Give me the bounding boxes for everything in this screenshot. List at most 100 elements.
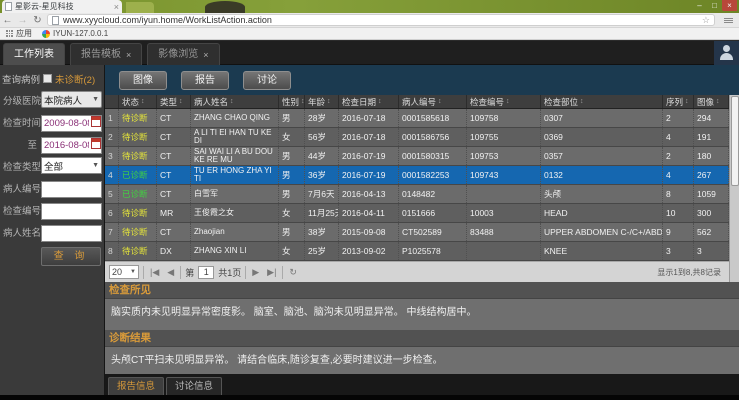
undiagnosed-checkbox[interactable]	[43, 74, 52, 83]
column-series[interactable]: 序列↕	[663, 95, 694, 108]
cell-type: CT	[157, 128, 191, 146]
app-tab-bar: 工作列表报告模板×影像浏览×	[0, 41, 739, 65]
first-page-icon[interactable]: |◀	[148, 267, 161, 278]
sort-icon[interactable]: ↕	[230, 98, 234, 105]
tab-0[interactable]: 工作列表	[3, 43, 65, 65]
hospital-select[interactable]: 本院病人 ▼	[41, 91, 102, 108]
refresh-icon[interactable]: ↻	[30, 15, 45, 26]
table-row[interactable]: 7待诊断CTZhaojian男38岁2015-09-08CT5025898348…	[105, 223, 729, 242]
report-tab-0[interactable]: 报告信息	[108, 377, 164, 395]
search-button[interactable]: 查 询	[41, 247, 101, 266]
report-tab-1[interactable]: 讨论信息	[166, 377, 222, 395]
column-part[interactable]: 检查部位↕	[541, 95, 663, 108]
cell-images: 267	[694, 166, 729, 184]
chrome-menu-icon[interactable]	[721, 18, 735, 23]
next-page-icon[interactable]: ▶	[250, 267, 261, 278]
table-row[interactable]: 4已诊断CTTU ER HONG ZHA YI TI男36岁2016-07-19…	[105, 166, 729, 185]
cell-date: 2013-09-02	[339, 242, 399, 260]
cell-age: 44岁	[305, 147, 339, 165]
sort-icon[interactable]: ↕	[141, 98, 145, 105]
column-type[interactable]: 类型↕	[157, 95, 191, 108]
sort-icon[interactable]: ↕	[378, 98, 382, 105]
scrollbar-thumb[interactable]	[731, 96, 739, 186]
column-eid[interactable]: 检查编号↕	[467, 95, 541, 108]
bookmark-apps[interactable]: 应用	[6, 28, 32, 39]
calendar-icon[interactable]	[91, 116, 101, 127]
bookmark-iyun-label: IYUN-127.0.0.1	[53, 29, 108, 38]
tab-close-icon[interactable]: ×	[126, 44, 131, 66]
tab-2[interactable]: 影像浏览×	[147, 43, 219, 65]
cell-status: 待诊断	[119, 128, 157, 146]
patient-id-input[interactable]	[41, 181, 102, 198]
close-icon[interactable]: ×	[722, 0, 737, 11]
patient-name-input[interactable]	[41, 225, 102, 242]
cell-eid	[467, 185, 541, 203]
table-row[interactable]: 6待诊断MR王俊霞之女女11月25天2016-04-11015166610003…	[105, 204, 729, 223]
cell-status: 已诊断	[119, 185, 157, 203]
findings-title: 检查所见	[105, 282, 739, 299]
report-button[interactable]: 报告	[181, 71, 229, 90]
column-images[interactable]: 图像↕	[694, 95, 729, 108]
minimize-icon[interactable]: –	[692, 0, 707, 11]
prev-page-icon[interactable]: ◀	[165, 267, 176, 278]
column-label: 性别	[282, 96, 299, 108]
browser-tab[interactable]: 星影云-星见科技 ×	[2, 0, 122, 13]
cell-type: CT	[157, 185, 191, 203]
user-button[interactable]	[714, 41, 739, 65]
sort-icon[interactable]: ↕	[438, 98, 442, 105]
table-row[interactable]: 8待诊断DXZHANG XIN LI女25岁2013-09-02P1025578…	[105, 242, 729, 261]
exam-id-input[interactable]	[41, 203, 102, 220]
table-row[interactable]: 2待诊断CTA LI TI EI HAN TU KE DI女56岁2016-07…	[105, 128, 729, 147]
column-name[interactable]: 病人姓名↕	[191, 95, 279, 108]
maximize-icon[interactable]: □	[707, 0, 722, 11]
sort-icon[interactable]: ↕	[327, 98, 331, 105]
calendar-icon[interactable]	[91, 138, 101, 149]
back-icon[interactable]: ←	[0, 15, 15, 26]
cell-num: 8	[105, 242, 119, 260]
sort-icon[interactable]: ↕	[685, 98, 689, 105]
images-button[interactable]: 图像	[119, 71, 167, 90]
page-size-select[interactable]: 20 ▼	[109, 265, 139, 279]
bookmark-star-icon[interactable]: ☆	[702, 15, 710, 26]
sort-icon[interactable]: ↕	[179, 98, 183, 105]
tab-close-icon[interactable]: ×	[203, 44, 208, 66]
cell-age: 28岁	[305, 109, 339, 127]
table-row[interactable]: 1待诊断CTZHANG CHAO QING男28岁2016-07-1800015…	[105, 109, 729, 128]
url-field[interactable]: www.xyycloud.com/iyun.home/WorkListActio…	[47, 14, 715, 26]
column-gender[interactable]: 性别↕	[279, 95, 305, 108]
exam-time-label: 检查时间	[2, 115, 41, 129]
result-title: 诊断结果	[105, 330, 739, 347]
cell-gender: 女	[279, 204, 305, 222]
last-page-icon[interactable]: ▶|	[265, 267, 278, 278]
cell-type: CT	[157, 147, 191, 165]
table-row[interactable]: 5已诊断CT白雪军男7月6天2016-04-130148482头颅81059	[105, 185, 729, 204]
sort-icon[interactable]: ↕	[301, 98, 305, 105]
column-pid[interactable]: 病人编号↕	[399, 95, 467, 108]
table-row[interactable]: 3待诊断CTSAI WAI LI A BU DOU KE RE MU男44岁20…	[105, 147, 729, 166]
tab-close-icon[interactable]: ×	[114, 2, 119, 12]
column-date[interactable]: 检查日期↕	[339, 95, 399, 108]
discuss-button[interactable]: 讨论	[243, 71, 291, 90]
column-age[interactable]: 年龄↕	[305, 95, 339, 108]
forward-icon[interactable]: →	[15, 15, 30, 26]
new-tab-button[interactable]	[126, 2, 154, 13]
column-status[interactable]: 状态↕	[119, 95, 157, 108]
table-header: 状态↕类型↕病人姓名↕性别↕年龄↕检查日期↕病人编号↕检查编号↕检查部位↕序列↕…	[105, 95, 729, 109]
sort-icon[interactable]: ↕	[506, 98, 510, 105]
exam-type-select[interactable]: 全部 ▼	[41, 157, 102, 174]
reload-icon[interactable]: ↻	[287, 267, 299, 278]
column-label: 病人编号	[402, 96, 436, 108]
page-number-input[interactable]: 1	[198, 266, 214, 279]
sort-icon[interactable]: ↕	[580, 98, 584, 105]
cell-type: DX	[157, 242, 191, 260]
bottom-strip	[0, 395, 739, 400]
page-icon	[5, 2, 12, 11]
bookmark-iyun[interactable]: IYUN-127.0.0.1	[42, 29, 108, 38]
cell-name: 白雪军	[191, 185, 279, 203]
apps-grid-icon	[6, 30, 13, 37]
tab-1[interactable]: 报告模板×	[70, 43, 142, 65]
sort-icon[interactable]: ↕	[716, 98, 720, 105]
cell-series: 2	[663, 109, 694, 127]
cell-gender: 男	[279, 147, 305, 165]
cell-name: 王俊霞之女	[191, 204, 279, 222]
